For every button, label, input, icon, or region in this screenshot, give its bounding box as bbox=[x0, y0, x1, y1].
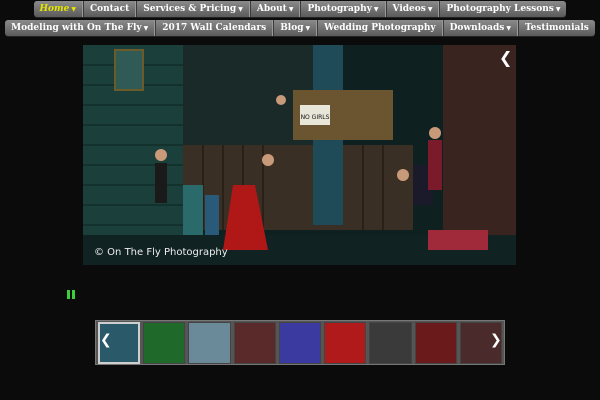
nav-item-label: Contact bbox=[89, 4, 130, 14]
nav-item[interactable]: Videos ▼ bbox=[385, 1, 440, 17]
nav-item-label: Modeling with On The Fly bbox=[11, 23, 142, 33]
thumbnail[interactable] bbox=[143, 322, 186, 364]
nav-item-label: Downloads bbox=[449, 23, 505, 33]
thumbnails-prev-arrow[interactable]: ❮ bbox=[100, 332, 112, 348]
window bbox=[114, 49, 144, 91]
caret-down-icon: ▼ bbox=[427, 5, 433, 13]
nav-item-label: Services & Pricing bbox=[143, 4, 237, 14]
pause-icon[interactable] bbox=[67, 290, 75, 299]
nav-item[interactable]: Photography ▼ bbox=[300, 1, 386, 17]
nav-item-label: Videos bbox=[392, 4, 426, 14]
main-nav-bar: Home ▼ Contact Services & Pricing ▼ About ▼ Pho… bbox=[33, 1, 567, 17]
nav-item[interactable]: About ▼ bbox=[249, 1, 301, 17]
thumbnail[interactable] bbox=[188, 322, 231, 364]
nav-item[interactable]: Blog ▼ bbox=[273, 20, 318, 36]
nav-item[interactable]: Contact bbox=[82, 1, 137, 17]
sign-text: NO GIRLS bbox=[301, 114, 330, 121]
nav-item-label: 2017 Wall Calendars bbox=[162, 23, 267, 33]
nav-item-label: Wedding Photography bbox=[324, 23, 436, 33]
thumbnail[interactable] bbox=[324, 322, 367, 364]
nav-item[interactable]: Photography Lessons ▼ bbox=[439, 1, 566, 17]
caret-down-icon: ▼ bbox=[71, 5, 76, 13]
nav-item-label: Home bbox=[39, 4, 70, 14]
secondary-nav-bar: Modeling with On The Fly ▼ 2017 Wall Calen… bbox=[5, 20, 595, 36]
secondary-nav: Modeling with On The Fly ▼ 2017 Wall Calen… bbox=[0, 19, 600, 38]
thumbnail[interactable] bbox=[369, 322, 412, 364]
nav-item[interactable]: Services & Pricing ▼ bbox=[136, 1, 250, 17]
nav-item-label: Blog bbox=[280, 23, 304, 33]
caret-down-icon: ▼ bbox=[288, 5, 294, 13]
steps bbox=[428, 230, 488, 250]
slideshow-image[interactable]: NO GIRLS ❮ ❯ bbox=[83, 45, 516, 265]
thumbnail[interactable] bbox=[233, 322, 276, 364]
stage-scene: NO GIRLS bbox=[83, 45, 516, 265]
slideshow-prev-arrow[interactable]: ❮ bbox=[499, 50, 512, 66]
nav-item-label: About bbox=[256, 4, 287, 14]
caret-down-icon: ▼ bbox=[305, 24, 311, 32]
watermark-text: © On The Fly Photography bbox=[94, 247, 228, 258]
caret-down-icon: ▼ bbox=[555, 5, 561, 13]
nav-item-label: Testimonials bbox=[524, 23, 589, 33]
caret-down-icon: ▼ bbox=[238, 5, 243, 13]
nav-item-label: Photography Lessons bbox=[446, 4, 554, 14]
nav-item[interactable]: Downloads ▼ bbox=[442, 20, 518, 36]
main-nav: Home ▼ Contact Services & Pricing ▼ About ▼ Pho… bbox=[0, 0, 600, 19]
nav-item[interactable]: Testimonials bbox=[517, 20, 595, 36]
nav-item[interactable]: Wedding Photography bbox=[317, 20, 443, 36]
nav-item-label: Photography bbox=[307, 4, 372, 14]
thumbnail-strip bbox=[95, 320, 505, 365]
caret-down-icon: ▼ bbox=[506, 24, 511, 32]
thumbnail[interactable] bbox=[278, 322, 322, 364]
caret-down-icon: ▼ bbox=[143, 24, 149, 32]
thumbnail[interactable] bbox=[414, 322, 457, 364]
thumbnails-next-arrow[interactable]: ❯ bbox=[490, 332, 502, 348]
nav-item[interactable]: Modeling with On The Fly ▼ bbox=[5, 20, 156, 36]
nav-item[interactable]: Home ▼ bbox=[34, 1, 83, 17]
trash-can bbox=[183, 185, 203, 235]
nav-item[interactable]: 2017 Wall Calendars bbox=[155, 20, 274, 36]
caret-down-icon: ▼ bbox=[373, 5, 379, 13]
